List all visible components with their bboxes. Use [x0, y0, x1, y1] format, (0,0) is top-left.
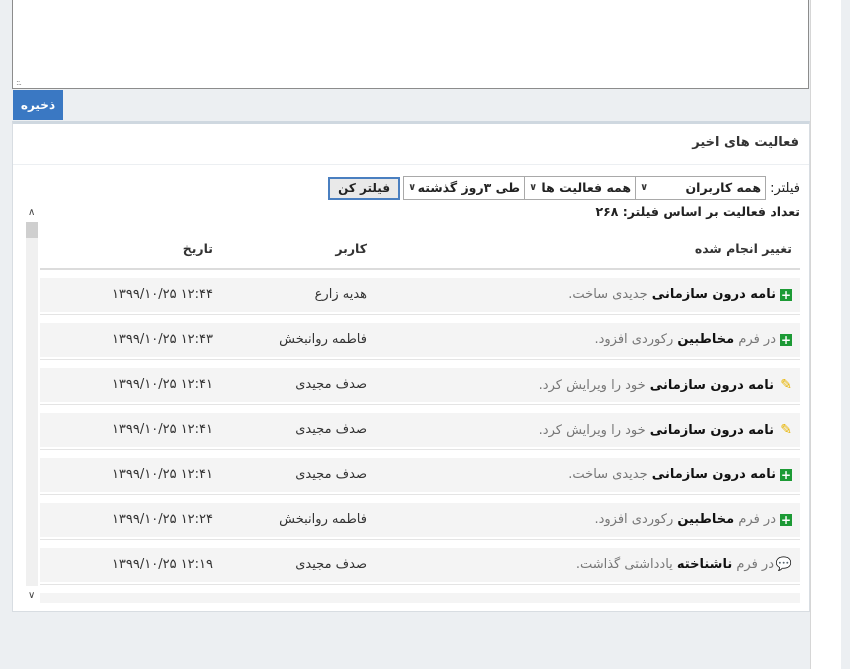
user-cell: صدف مجیدی	[295, 467, 367, 482]
change-prefix: در فرم	[734, 512, 776, 527]
user-cell: صدف مجیدی	[295, 422, 367, 437]
chevron-down-icon: ∨	[529, 182, 538, 193]
change-target: مخاطبین	[677, 512, 735, 527]
date-cell: ۱۳۹۹/۱۰/۲۵ ۱۲:۱۹	[111, 557, 213, 572]
change-cell: +نامه درون سازمانی جدیدی ساخت.	[568, 602, 792, 603]
change-suffix: جدیدی ساخت.	[568, 467, 652, 482]
activity-select[interactable]: همه فعالیت ها ∨	[524, 176, 637, 200]
filter-label: فیلتر:	[770, 180, 800, 196]
user-cell: هدیه زارع	[314, 287, 367, 302]
change-cell: ✎ نامه درون سازمانی خود را ویرایش کرد.	[539, 377, 792, 393]
change-target: نامه درون سازمانی	[651, 467, 776, 482]
change-target: نامه درون سازمانی	[649, 423, 774, 438]
change-target: نامه درون سازمانی	[649, 378, 774, 393]
column-change: تغییر انجام شده	[694, 241, 792, 256]
activity-select-value: همه فعالیت ها	[541, 180, 632, 195]
chevron-down-icon: ∨	[408, 182, 417, 193]
panel-header: فعالیت های اخیر	[13, 124, 809, 165]
recent-activity-panel: فعالیت های اخیر فیلتر: همه کاربران ∨ همه…	[12, 121, 810, 612]
note-textarea[interactable]: ::.	[12, 0, 809, 89]
pencil-icon: ✎	[780, 422, 792, 438]
user-cell: صدف مجیدی	[295, 377, 367, 392]
users-select-value: همه کاربران	[685, 180, 762, 195]
plus-icon: +	[780, 468, 792, 482]
save-button[interactable]: ذخیره	[13, 90, 63, 120]
activity-scroll-area[interactable]: ∧ ∨ تغییر انجام شده کاربر تاریخ + نامه در…	[25, 205, 801, 603]
date-cell: ۱۳۹۹/۱۰/۲۵ ۱۲:۱۵	[112, 602, 213, 603]
date-cell: ۱۳۹۹/۱۰/۲۵ ۱۲:۴۱	[111, 467, 213, 482]
plus-icon: +	[780, 513, 792, 527]
table-row[interactable]: + در فرم مخاطبین رکوردی افزود. فاطمه روانب…	[40, 495, 800, 540]
page-edge	[810, 0, 841, 669]
date-cell: ۱۳۹۹/۱۰/۲۵ ۱۲:۲۴	[111, 512, 213, 527]
change-prefix: در فرم	[732, 557, 774, 572]
pencil-icon: ✎	[780, 377, 792, 393]
date-cell: ۱۳۹۹/۱۰/۲۵ ۱۲:۴۳	[111, 332, 213, 347]
column-date: تاریخ	[182, 241, 213, 256]
table-row[interactable]: ✎ نامه درون سازمانی خود را ویرایش کرد. صدف…	[40, 405, 800, 450]
change-suffix: رکوردی افزود.	[594, 332, 678, 347]
change-suffix: رکوردی افزود.	[594, 512, 678, 527]
table-header: تغییر انجام شده کاربر تاریخ	[40, 228, 800, 270]
change-cell: + در فرم مخاطبین رکوردی افزود.	[594, 332, 792, 347]
vertical-scrollbar[interactable]: ∧ ∨	[25, 205, 40, 603]
user-cell: فاطمه روانبخش	[279, 332, 367, 347]
change-target: مخاطبین	[677, 332, 735, 347]
period-select-value: طی ۳روز گذشته	[417, 180, 521, 195]
change-prefix: در فرم	[734, 332, 776, 347]
change-cell: + در فرم مخاطبین رکوردی افزود.	[594, 512, 792, 527]
change-cell: 💬در فرم ناشناخته یادداشتی گذاشت.	[576, 557, 792, 572]
column-user: کاربر	[335, 241, 367, 256]
table-row[interactable]: + نامه درون سازمانی جدیدی ساخت. هدیه زارع ۱…	[40, 270, 800, 315]
activity-table: تغییر انجام شده کاربر تاریخ + نامه درون س…	[40, 228, 800, 603]
table-row[interactable]: + نامه درون سازمانی جدیدی ساخت. صدف مجیدی ۱…	[40, 450, 800, 495]
table-row[interactable]: + در فرم مخاطبین رکوردی افزود. فاطمه روانب…	[40, 315, 800, 360]
filter-bar: فیلتر: همه کاربران ∨ همه فعالیت ها ∨ طی …	[328, 176, 800, 200]
chevron-down-icon: ∨	[640, 182, 649, 193]
filter-button[interactable]: فیلتر کن	[328, 176, 401, 200]
change-suffix: جدیدی ساخت.	[568, 287, 652, 302]
plus-icon: +	[780, 333, 792, 347]
scroll-down-icon[interactable]: ∨	[28, 590, 35, 601]
period-select[interactable]: طی ۳روز گذشته ∨	[403, 176, 526, 200]
change-suffix: یادداشتی گذاشت.	[575, 557, 677, 572]
date-cell: ۱۳۹۹/۱۰/۲۵ ۱۲:۴۱	[111, 422, 213, 437]
change-target: نامه درون سازمانی	[652, 602, 776, 603]
change-cell: + نامه درون سازمانی جدیدی ساخت.	[568, 287, 792, 302]
table-row[interactable]: 💬در فرم ناشناخته یادداشتی گذاشت. صدف مجید…	[40, 540, 800, 585]
change-target: ناشناخته	[676, 557, 733, 572]
user-cell: فاطمه روانبخش	[279, 512, 367, 527]
change-target: نامه درون سازمانی	[651, 287, 776, 302]
change-suffix: خود را ویرایش کرد.	[538, 378, 650, 393]
scrollbar-track[interactable]	[26, 238, 38, 586]
table-row[interactable]: ✎ نامه درون سازمانی خود را ویرایش کرد. صدف…	[40, 360, 800, 405]
change-cell: + نامه درون سازمانی جدیدی ساخت.	[568, 467, 792, 482]
change-suffix: جدیدی ساخت.	[568, 602, 652, 603]
user-cell: صدف مجیدی	[295, 602, 367, 603]
chat-icon: 💬	[775, 557, 792, 572]
change-cell: ✎ نامه درون سازمانی خود را ویرایش کرد.	[539, 422, 792, 438]
table-body: + نامه درون سازمانی جدیدی ساخت. هدیه زارع ۱…	[40, 270, 800, 603]
resize-grip[interactable]: ::.	[16, 79, 22, 87]
change-suffix: خود را ویرایش کرد.	[538, 423, 650, 438]
scroll-up-icon[interactable]: ∧	[28, 207, 35, 218]
table-row[interactable]: +نامه درون سازمانی جدیدی ساخت. صدف مجیدی ۱…	[40, 585, 800, 603]
user-cell: صدف مجیدی	[295, 557, 367, 572]
date-cell: ۱۳۹۹/۱۰/۲۵ ۱۲:۴۴	[111, 287, 213, 302]
plus-icon: +	[780, 288, 792, 302]
users-select[interactable]: همه کاربران ∨	[635, 176, 767, 200]
scrollbar-thumb[interactable]	[26, 222, 38, 238]
panel-title: فعالیت های اخیر	[692, 135, 799, 150]
date-cell: ۱۳۹۹/۱۰/۲۵ ۱۲:۴۱	[111, 377, 213, 392]
